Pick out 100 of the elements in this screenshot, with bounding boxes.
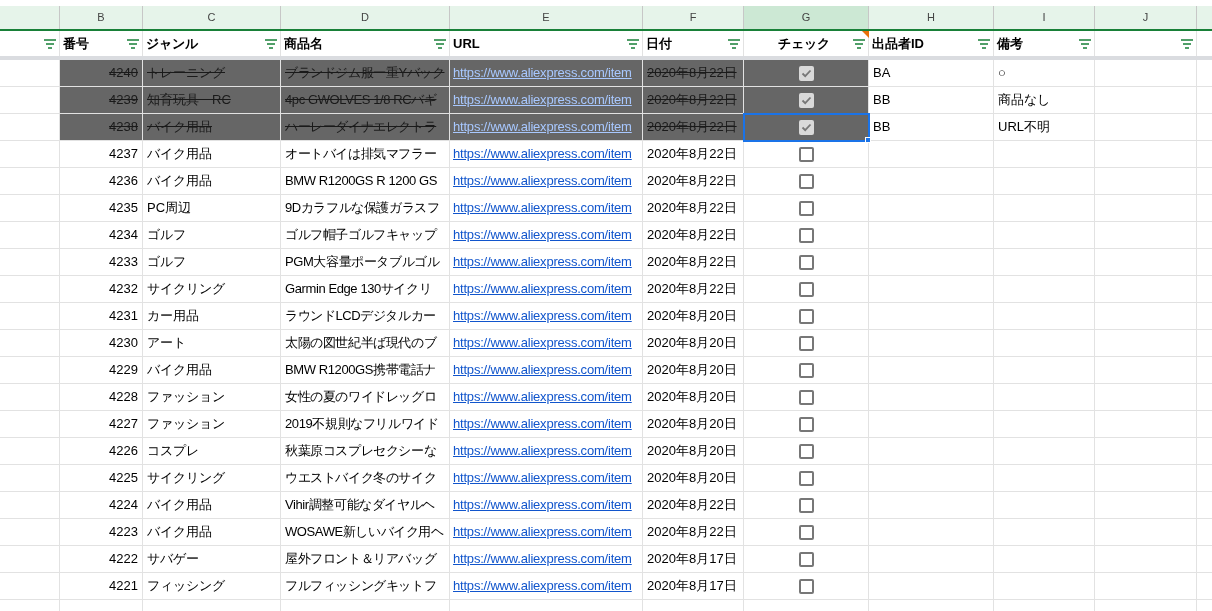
table-cell — [0, 168, 60, 195]
checkbox[interactable] — [798, 227, 814, 243]
checkbox-cell[interactable] — [744, 168, 869, 195]
checkbox[interactable] — [798, 578, 814, 594]
filter-icon[interactable] — [978, 38, 990, 49]
column-header[interactable]: J — [1095, 6, 1197, 29]
filter-icon[interactable] — [627, 38, 639, 49]
filter-icon[interactable] — [127, 38, 139, 49]
checkbox[interactable] — [798, 470, 814, 486]
checkbox-cell[interactable] — [744, 384, 869, 411]
checkmark-icon — [800, 94, 812, 106]
column-header[interactable]: I — [994, 6, 1095, 29]
column-header[interactable]: B — [60, 6, 143, 29]
checkbox-cell[interactable] — [744, 546, 869, 573]
checkbox-cell[interactable] — [744, 249, 869, 276]
checkbox-cell[interactable] — [744, 114, 869, 141]
filter-icon[interactable] — [1181, 38, 1193, 49]
number-cell: 4238 — [60, 114, 143, 141]
checkbox-cell[interactable] — [744, 330, 869, 357]
url-link[interactable]: https://www.aliexpress.com/item — [453, 225, 632, 245]
checkbox-cell[interactable] — [744, 411, 869, 438]
checkbox[interactable] — [798, 200, 814, 216]
table-cell — [0, 492, 60, 519]
url-link[interactable]: https://www.aliexpress.com/item — [453, 414, 632, 434]
date-cell: 2020年8月22日 — [643, 60, 744, 87]
url-link[interactable]: https://www.aliexpress.com/item — [453, 306, 632, 326]
checkbox[interactable] — [798, 335, 814, 351]
filter-icon[interactable] — [265, 38, 277, 49]
genre-cell: アート — [143, 330, 281, 357]
checkbox-cell[interactable] — [744, 222, 869, 249]
url-link[interactable]: https://www.aliexpress.com/item — [453, 333, 632, 353]
genre-cell: フィッシング — [143, 573, 281, 600]
column-header[interactable]: F — [643, 6, 744, 29]
checkmark-icon — [800, 67, 812, 79]
checkbox-cell[interactable] — [744, 303, 869, 330]
date-cell: 2020年8月20日 — [643, 357, 744, 384]
header-label: 番号 — [63, 34, 90, 53]
checkbox-cell[interactable] — [744, 465, 869, 492]
checkbox-cell[interactable] — [744, 141, 869, 168]
filter-icon[interactable] — [44, 38, 56, 49]
url-link[interactable]: https://www.aliexpress.com/item — [453, 279, 632, 299]
checkbox-cell[interactable] — [744, 573, 869, 600]
checkbox-cell[interactable] — [744, 87, 869, 114]
checkbox[interactable] — [798, 119, 814, 135]
checkbox[interactable] — [798, 362, 814, 378]
checkbox-cell[interactable] — [744, 195, 869, 222]
checkbox-cell[interactable] — [744, 357, 869, 384]
fill-handle[interactable] — [865, 137, 871, 143]
corner-cell[interactable] — [0, 6, 60, 29]
checkbox[interactable] — [798, 173, 814, 189]
url-link[interactable]: https://www.aliexpress.com/item — [453, 522, 632, 542]
checkbox[interactable] — [798, 146, 814, 162]
number-cell: 4226 — [60, 438, 143, 465]
checkbox[interactable] — [798, 551, 814, 567]
url-link[interactable]: https://www.aliexpress.com/item — [453, 144, 632, 164]
checkbox[interactable] — [798, 443, 814, 459]
comment-marker[interactable] — [862, 31, 869, 38]
url-link[interactable]: https://www.aliexpress.com/item — [453, 252, 632, 272]
url-link[interactable]: https://www.aliexpress.com/item — [453, 387, 632, 407]
checkbox[interactable] — [798, 254, 814, 270]
checkbox[interactable] — [798, 92, 814, 108]
table-cell — [0, 546, 60, 573]
url-link[interactable]: https://www.aliexpress.com/item — [453, 576, 632, 596]
checkbox[interactable] — [798, 497, 814, 513]
date-cell: 2020年8月22日 — [643, 249, 744, 276]
date-cell: 2020年8月22日 — [643, 492, 744, 519]
filter-icon[interactable] — [1079, 38, 1091, 49]
filter-icon[interactable] — [434, 38, 446, 49]
checkbox[interactable] — [798, 308, 814, 324]
column-header[interactable]: C — [143, 6, 281, 29]
checkbox[interactable] — [798, 281, 814, 297]
checkbox[interactable] — [798, 524, 814, 540]
date-cell: 2020年8月17日 — [643, 546, 744, 573]
column-header[interactable]: H — [869, 6, 994, 29]
column-header[interactable]: D — [281, 6, 450, 29]
checkbox-cell[interactable] — [744, 492, 869, 519]
filter-icon[interactable] — [853, 38, 865, 49]
checkbox[interactable] — [798, 65, 814, 81]
column-header[interactable]: G — [744, 6, 869, 29]
table-cell — [0, 249, 60, 276]
url-link[interactable]: https://www.aliexpress.com/item — [453, 441, 632, 461]
checkbox[interactable] — [798, 416, 814, 432]
checkbox-cell[interactable] — [744, 438, 869, 465]
number-cell: 4232 — [60, 276, 143, 303]
number-cell: 4222 — [60, 546, 143, 573]
product-cell: オートバイは排気マフラー — [281, 141, 450, 168]
url-link[interactable]: https://www.aliexpress.com/item — [453, 549, 632, 569]
url-link[interactable]: https://www.aliexpress.com/item — [453, 171, 632, 191]
checkbox-cell[interactable] — [744, 276, 869, 303]
checkbox[interactable] — [798, 389, 814, 405]
checkbox-cell[interactable] — [744, 60, 869, 87]
column-header[interactable]: E — [450, 6, 643, 29]
url-link[interactable]: https://www.aliexpress.com/item — [453, 360, 632, 380]
url-link[interactable]: https://www.aliexpress.com/item — [453, 468, 632, 488]
table-cell — [0, 438, 60, 465]
number-cell: 4229 — [60, 357, 143, 384]
url-link[interactable]: https://www.aliexpress.com/item — [453, 495, 632, 515]
filter-icon[interactable] — [728, 38, 740, 49]
url-link[interactable]: https://www.aliexpress.com/item — [453, 198, 632, 218]
checkbox-cell[interactable] — [744, 519, 869, 546]
